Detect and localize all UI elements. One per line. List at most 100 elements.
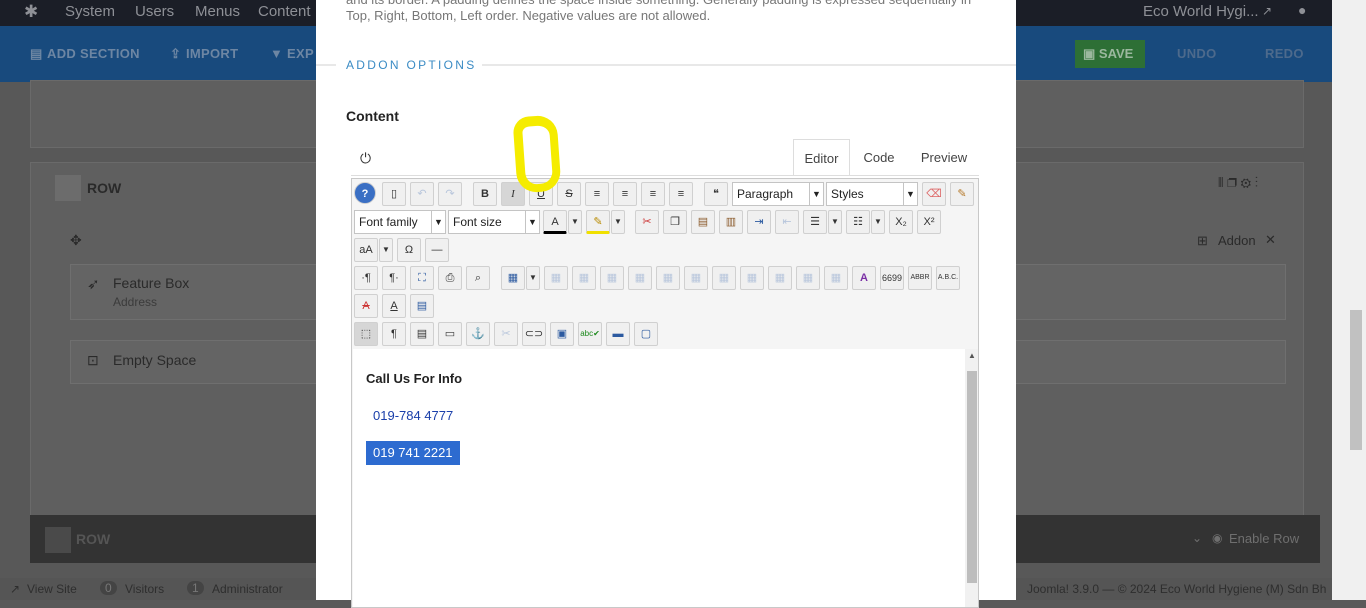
addon-button[interactable]: Addon xyxy=(1218,233,1256,248)
font-case-icon[interactable]: aA xyxy=(354,238,378,262)
acronym-icon[interactable]: A.B.C. xyxy=(936,266,960,290)
undo-icon[interactable]: ↶ xyxy=(410,182,434,206)
insert-col-after-icon[interactable]: ▦ xyxy=(740,266,764,290)
abbr-icon[interactable]: ABBR xyxy=(908,266,932,290)
media-icon[interactable]: ▬ xyxy=(606,322,630,346)
highlight-dropdown-icon[interactable]: ▼ xyxy=(611,210,625,234)
delete-col-icon[interactable]: ▦ xyxy=(768,266,792,290)
export-button[interactable]: EXP xyxy=(287,46,314,61)
preview-icon[interactable]: ▢ xyxy=(634,322,658,346)
tab-editor[interactable]: Editor xyxy=(793,139,850,176)
cut-icon[interactable]: ✂ xyxy=(635,210,659,234)
font-size-select[interactable]: Font size ▼ xyxy=(448,210,540,234)
template-icon[interactable]: ▤ xyxy=(410,322,434,346)
table-dropdown-icon[interactable]: ▼ xyxy=(526,266,540,290)
image-icon[interactable]: ▣ xyxy=(550,322,574,346)
numbered-list-icon[interactable]: ☰ xyxy=(803,210,827,234)
rtl-icon[interactable]: ¶· xyxy=(382,266,406,290)
unlink-icon[interactable]: ✂ xyxy=(494,322,518,346)
redo-icon[interactable]: ↷ xyxy=(438,182,462,206)
font-case-dropdown-icon[interactable]: ▼ xyxy=(379,238,393,262)
attributes-icon[interactable]: ▤ xyxy=(410,294,434,318)
view-site-link[interactable]: View Site xyxy=(27,582,77,596)
enable-row-button[interactable]: Enable Row xyxy=(1229,531,1299,546)
insert-row-after-icon[interactable]: ▦ xyxy=(656,266,680,290)
font-family-select[interactable]: Font family ▼ xyxy=(354,210,446,234)
merge-cells-icon[interactable]: ▦ xyxy=(824,266,848,290)
align-justify-icon[interactable]: ≡ xyxy=(585,182,609,206)
paste-icon[interactable]: ▤ xyxy=(691,210,715,234)
align-left-icon[interactable]: ≡ xyxy=(641,182,665,206)
outdent-icon[interactable]: ⇤ xyxy=(775,210,799,234)
menu-content[interactable]: Content xyxy=(258,3,311,20)
row-tools-icons[interactable]: ⫴ ❐ ⚙ ⋮ xyxy=(1218,175,1258,191)
add-section-button[interactable]: ADD SECTION xyxy=(47,46,140,61)
bold-icon[interactable]: B xyxy=(473,182,497,206)
scroll-up-icon[interactable]: ▲ xyxy=(968,351,976,360)
print-icon[interactable]: ⎙ xyxy=(438,266,462,290)
insert-text-icon[interactable]: A xyxy=(382,294,406,318)
anchor-icon[interactable]: ⚓ xyxy=(466,322,490,346)
copy-icon[interactable]: ❐ xyxy=(663,210,687,234)
editor-content-area[interactable]: Call Us For Info 019-784 4777 019 741 22… xyxy=(353,349,965,607)
numbered-list-dropdown-icon[interactable]: ▼ xyxy=(828,210,842,234)
help-icon[interactable]: ? xyxy=(354,182,376,204)
paste-text-icon[interactable]: ▥ xyxy=(719,210,743,234)
table-icon[interactable]: ▦ xyxy=(501,266,525,290)
text-color-icon[interactable]: A xyxy=(543,210,567,234)
styles-select[interactable]: Styles ▼ xyxy=(826,182,918,206)
insert-col-before-icon[interactable]: ▦ xyxy=(712,266,736,290)
align-center-icon[interactable]: ≡ xyxy=(613,182,637,206)
subscript-icon[interactable]: X₂ xyxy=(889,210,913,234)
row2-move-icon[interactable] xyxy=(45,527,71,553)
ltr-icon[interactable]: ·¶ xyxy=(354,266,378,290)
find-replace-icon[interactable]: ⌕ xyxy=(466,266,490,290)
tab-preview[interactable]: Preview xyxy=(916,139,972,176)
show-blocks-icon[interactable]: ¶ xyxy=(382,322,406,346)
indent-icon[interactable]: ⇥ xyxy=(747,210,771,234)
power-toggle-icon[interactable]: ⏻ xyxy=(360,150,371,167)
menu-users[interactable]: Users xyxy=(135,3,174,20)
text-color-dropdown-icon[interactable]: ▼ xyxy=(568,210,582,234)
highlight-color-icon[interactable]: ✎ xyxy=(586,210,610,234)
spellcheck-icon[interactable]: abc✔ xyxy=(578,322,602,346)
horizontal-rule-icon[interactable]: — xyxy=(425,238,449,262)
eraser-icon[interactable]: ⌫ xyxy=(922,182,946,206)
style-props-icon[interactable]: A xyxy=(852,266,876,290)
special-char-icon[interactable]: Ω xyxy=(397,238,421,262)
delete-text-icon[interactable]: A xyxy=(354,294,378,318)
row-move-icon[interactable] xyxy=(55,175,81,201)
page-scrollbar-thumb[interactable] xyxy=(1350,310,1362,450)
tab-code[interactable]: Code xyxy=(856,139,902,176)
import-button[interactable]: IMPORT xyxy=(186,46,238,61)
undo-button[interactable]: UNDO xyxy=(1177,46,1216,61)
menu-system[interactable]: System xyxy=(65,3,115,20)
bullet-list-icon[interactable]: ☷ xyxy=(846,210,870,234)
cite-icon[interactable]: 6699 xyxy=(880,266,904,290)
drag-handle-icon[interactable]: ✥ xyxy=(70,232,82,249)
editor-scrollbar-thumb[interactable] xyxy=(967,371,977,583)
chevron-down-icon[interactable]: ⌄ xyxy=(1192,531,1202,545)
fullscreen-icon[interactable]: ⛶ xyxy=(410,266,434,290)
delete-table-icon[interactable]: ▦ xyxy=(544,266,568,290)
user-icon[interactable]: ● xyxy=(1298,2,1306,18)
insert-row-before-icon[interactable]: ▦ xyxy=(628,266,652,290)
page-break-icon[interactable]: ▭ xyxy=(438,322,462,346)
addon-tools-icon[interactable]: ✕ xyxy=(1265,232,1276,248)
redo-button[interactable]: REDO xyxy=(1265,46,1304,61)
save-button[interactable]: ▣ SAVE xyxy=(1075,40,1145,68)
row-props-icon[interactable]: ▦ xyxy=(600,266,624,290)
link-icon[interactable]: ⊂⊃ xyxy=(522,322,546,346)
strikethrough-icon[interactable]: S xyxy=(557,182,581,206)
bullet-list-dropdown-icon[interactable]: ▼ xyxy=(871,210,885,234)
delete-row-icon[interactable]: ▦ xyxy=(684,266,708,290)
editor-scrollbar[interactable]: ▲ xyxy=(965,349,978,607)
superscript-icon[interactable]: X² xyxy=(917,210,941,234)
new-document-icon[interactable]: ▯ xyxy=(382,182,406,206)
blockquote-icon[interactable]: ❝ xyxy=(704,182,728,206)
site-name-link[interactable]: Eco World Hygi... xyxy=(1143,3,1259,20)
joomla-logo-icon[interactable]: ✱ xyxy=(24,2,38,22)
cell-props-icon[interactable]: ▦ xyxy=(572,266,596,290)
menu-menus[interactable]: Menus xyxy=(195,3,240,20)
split-cells-icon[interactable]: ▦ xyxy=(796,266,820,290)
